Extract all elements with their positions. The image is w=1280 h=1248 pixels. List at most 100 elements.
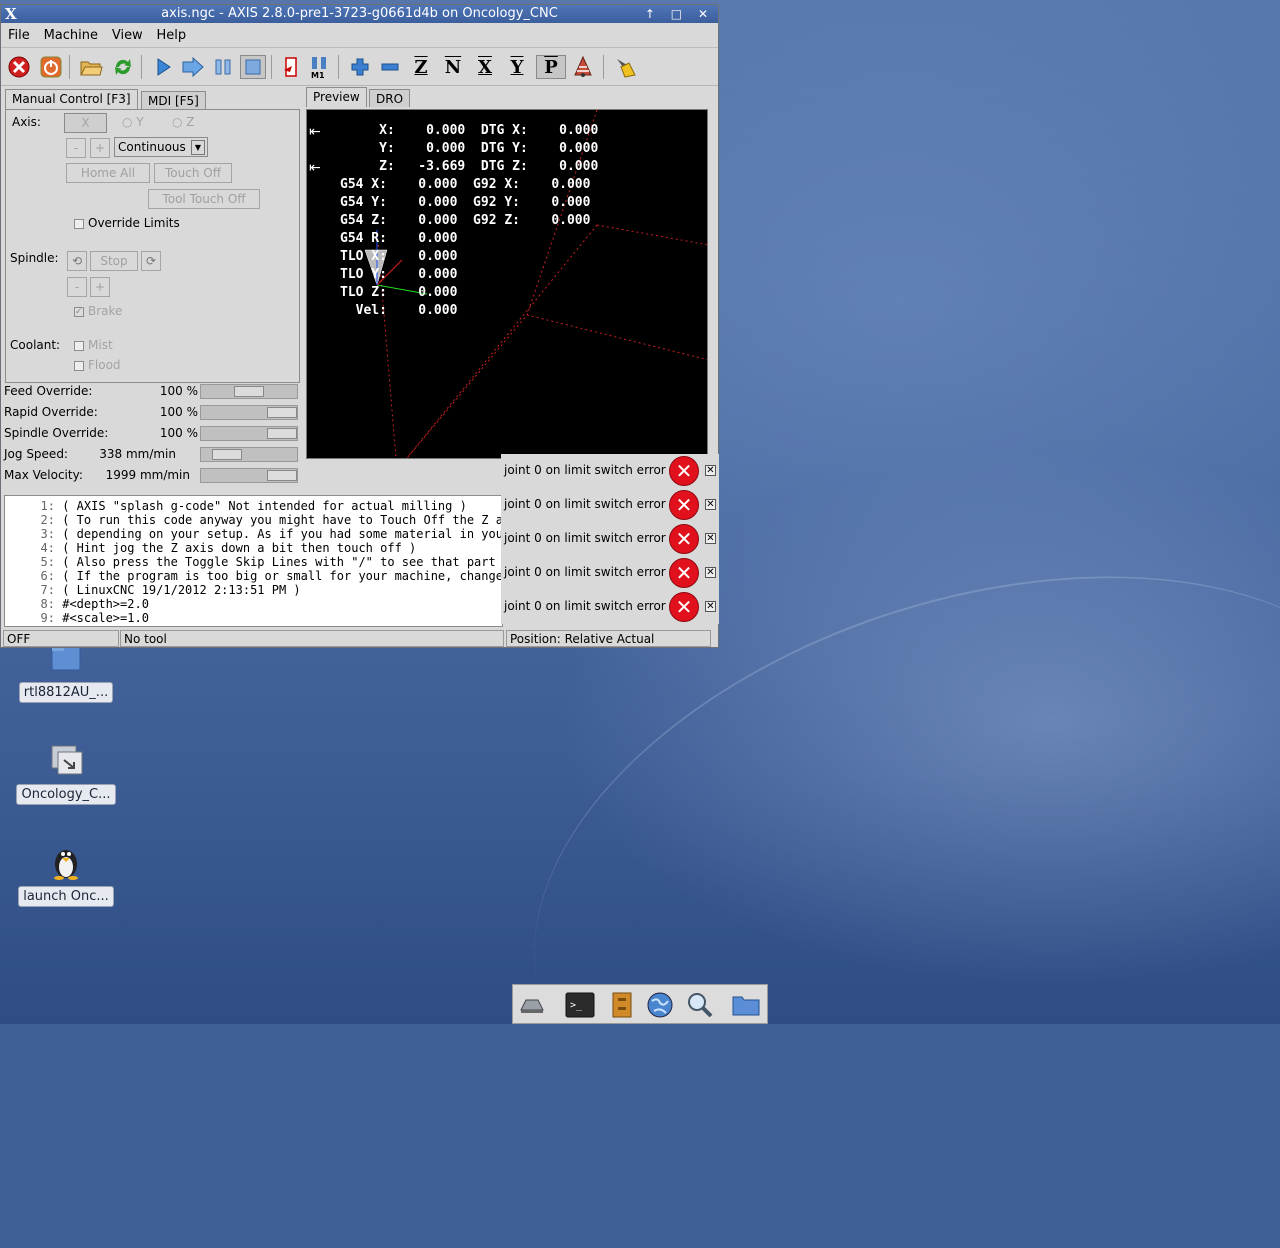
clear-plot-icon[interactable]	[612, 55, 638, 79]
folder-icon[interactable]	[731, 991, 761, 1019]
close-icon[interactable]: ✕	[705, 533, 716, 544]
window-controls[interactable]: ↑ □ ✕	[645, 5, 714, 23]
jog-mode-select[interactable]: Continuous ▼	[114, 137, 208, 157]
dro-line: X: 0.000 DTG X: 0.000	[340, 123, 599, 138]
view-p-label: P	[544, 56, 558, 78]
gcode-text-view[interactable]: 1: ( AXIS "splash g-code" Not intended f…	[4, 495, 503, 627]
code-text: #<depth>=2.0	[62, 597, 149, 611]
tab-manual-control[interactable]: Manual Control [F3]	[5, 89, 138, 109]
desktop-icon-launch[interactable]: launch Onc...	[16, 844, 116, 907]
jog-speed-slider[interactable]	[200, 447, 298, 462]
spindle-ccw-icon: ⟲	[71, 254, 83, 268]
step-icon[interactable]	[180, 55, 206, 79]
code-line[interactable]: 2: ( To run this code anyway you might h…	[5, 513, 502, 527]
close-icon[interactable]: ✕	[705, 601, 716, 612]
axis-z-radio[interactable]: ○ Z	[172, 115, 195, 129]
coolant-label: Coolant:	[10, 338, 61, 352]
optional-stop-icon[interactable]: M1	[307, 55, 333, 79]
slider-thumb[interactable]	[212, 449, 242, 460]
spindle-ccw-button[interactable]: ⟲	[67, 251, 87, 271]
close-icon[interactable]: ✕	[705, 465, 716, 476]
menu-file[interactable]: File	[8, 28, 30, 43]
terminal-icon[interactable]: >_	[565, 991, 595, 1019]
desktop-icon-oncology[interactable]: Oncology_C...	[16, 742, 116, 805]
slider-thumb[interactable]	[267, 428, 297, 439]
code-line[interactable]: 9: #<scale>=1.0	[5, 611, 149, 625]
run-icon[interactable]	[150, 55, 176, 79]
preview-canvas[interactable]: ⇤ ⇤ X: 0.000 DTG X: 0.000 Y: 0.000 DTG Y…	[306, 109, 708, 459]
feed-override-slider[interactable]	[200, 384, 298, 399]
run-from-line-icon[interactable]	[279, 55, 305, 79]
tab-dro[interactable]: DRO	[369, 89, 411, 107]
view-z2-icon[interactable]: N	[440, 55, 466, 79]
slider-thumb[interactable]	[234, 386, 264, 397]
power-icon[interactable]	[38, 55, 64, 79]
jog-speed-value: 338 mm/min	[99, 447, 176, 461]
code-text: ( AXIS "splash g-code" Not intended for …	[62, 499, 467, 513]
desktop-icon-rtl8812au[interactable]: rtl8812AU_...	[16, 640, 116, 703]
spindle-minus-button[interactable]: -	[67, 277, 87, 297]
estop-icon[interactable]	[6, 55, 32, 79]
tab-preview[interactable]: Preview	[306, 87, 367, 107]
reload-icon[interactable]	[110, 55, 136, 79]
spindle-stop-button[interactable]: Stop	[90, 251, 138, 271]
menu-help[interactable]: Help	[157, 28, 187, 43]
window-titlebar[interactable]: X axis.ngc - AXIS 2.8.0-pre1-3723-g0661d…	[1, 5, 718, 23]
zoom-in-icon[interactable]	[347, 55, 373, 79]
axis-y-radio[interactable]: ○ Y	[122, 115, 144, 129]
max-velocity-slider[interactable]	[200, 468, 298, 483]
view-p-icon[interactable]: P	[536, 55, 566, 79]
toggle-view-icon[interactable]	[570, 55, 596, 79]
line-number: 2:	[40, 513, 55, 527]
code-line[interactable]: 8: #<depth>=2.0	[5, 597, 149, 611]
notification-message: joint 0 on limit switch error	[504, 531, 666, 545]
code-line[interactable]: 4: ( Hint jog the Z axis down a bit then…	[5, 541, 417, 555]
jog-plus-button[interactable]: +	[90, 138, 110, 158]
code-line[interactable]: 6: ( If the program is too big or small …	[5, 569, 503, 583]
code-line[interactable]: 1: ( AXIS "splash g-code" Not intended f…	[5, 499, 467, 513]
code-line[interactable]: 3: ( depending on your setup. As if you …	[5, 527, 502, 541]
close-icon[interactable]: ✕	[705, 567, 716, 578]
pause-icon[interactable]	[210, 55, 236, 79]
spindle-override-slider[interactable]	[200, 426, 298, 441]
jog-minus-button[interactable]: -	[66, 138, 86, 158]
view-x-icon[interactable]: X	[472, 55, 498, 79]
view-z-icon[interactable]: Z	[408, 55, 434, 79]
window-title: axis.ngc - AXIS 2.8.0-pre1-3723-g0661d4b…	[161, 6, 558, 21]
code-text: ( If the program is too big or small for…	[62, 569, 503, 583]
tool-touch-off-button[interactable]: Tool Touch Off	[148, 189, 260, 209]
code-line[interactable]: 7: ( LinuxCNC 19/1/2012 2:13:51 PM )	[5, 583, 301, 597]
desktop-icon-label: rtl8812AU_...	[18, 682, 114, 703]
penguin-icon	[48, 844, 84, 880]
max-velocity-label: Max Velocity:	[4, 468, 83, 482]
menu-machine[interactable]: Machine	[44, 28, 98, 43]
tab-mdi[interactable]: MDI [F5]	[141, 91, 206, 109]
view-y-icon[interactable]: Y	[504, 55, 530, 79]
zoom-out-icon[interactable]	[377, 55, 403, 79]
spindle-plus-button[interactable]: +	[90, 277, 110, 297]
slider-thumb[interactable]	[267, 470, 297, 481]
rapid-override-slider[interactable]	[200, 405, 298, 420]
flood-checkbox[interactable]	[74, 361, 84, 371]
spindle-cw-button[interactable]: ⟳	[141, 251, 161, 271]
stop-icon[interactable]	[240, 55, 266, 79]
brake-checkbox[interactable]: ✓	[74, 307, 84, 317]
override-limits-checkbox[interactable]	[74, 219, 84, 229]
mist-checkbox[interactable]	[74, 341, 84, 351]
menu-view[interactable]: View	[112, 28, 143, 43]
mist-label: Mist	[88, 338, 113, 352]
touch-off-button[interactable]: Touch Off	[154, 163, 232, 183]
code-line[interactable]: 5: ( Also press the Toggle Skip Lines wi…	[5, 555, 502, 569]
open-icon[interactable]	[78, 55, 104, 79]
file-cabinet-icon[interactable]	[607, 991, 637, 1019]
slider-thumb[interactable]	[267, 407, 297, 418]
web-browser-icon[interactable]	[645, 991, 675, 1019]
spindle-cw-icon: ⟳	[145, 254, 157, 268]
axis-x-radio[interactable]: X	[64, 113, 107, 133]
home-all-button[interactable]: Home All	[66, 163, 150, 183]
notification: joint 0 on limit switch error ✕ ✕	[501, 454, 719, 488]
close-icon[interactable]: ✕	[705, 499, 716, 510]
search-icon[interactable]	[685, 991, 715, 1019]
show-desktop-icon[interactable]	[517, 991, 547, 1019]
check-icon: ✓	[75, 307, 83, 317]
